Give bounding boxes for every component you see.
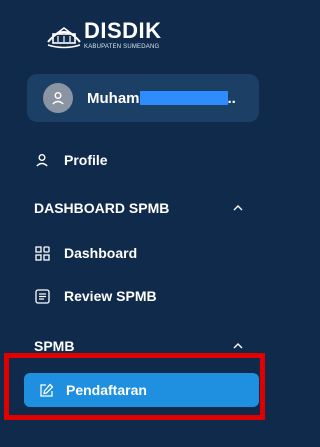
dashboard-grid-icon — [34, 245, 50, 261]
user-icon — [34, 152, 50, 168]
sidebar: DISDIK KABUPATEN SUMEDANG Muham.. Profil… — [0, 0, 274, 447]
logo[interactable]: DISDIK KABUPATEN SUMEDANG — [44, 20, 161, 50]
user-name-ellipsis: .. — [227, 89, 236, 107]
section-spmb[interactable]: SPMB — [34, 338, 244, 354]
user-name-text: Muham — [87, 89, 140, 107]
sidebar-item-review-spmb[interactable]: Review SPMB — [34, 288, 157, 304]
section-dashboard-spmb[interactable]: DASHBOARD SPMB — [34, 200, 244, 216]
brand-title: DISDIK — [84, 18, 162, 43]
highlight-annotation — [4, 353, 265, 420]
chevron-up-icon[interactable] — [232, 202, 244, 214]
brand: DISDIK KABUPATEN SUMEDANG — [84, 20, 204, 51]
sidebar-item-label: Dashboard — [64, 245, 138, 261]
sidebar-item-label: Review SPMB — [64, 288, 157, 304]
redaction-block — [139, 90, 228, 105]
chevron-up-icon[interactable] — [232, 340, 244, 352]
sidebar-item-dashboard[interactable]: Dashboard — [34, 245, 137, 261]
sidebar-item-profile[interactable]: Profile — [34, 152, 108, 168]
section-title: DASHBOARD SPMB — [34, 200, 170, 216]
avatar — [43, 83, 73, 113]
user-card[interactable]: Muham.. — [27, 74, 259, 122]
user-avatar-icon — [52, 92, 64, 105]
building-emblem-icon — [47, 27, 81, 49]
user-name: Muham.. — [87, 90, 236, 107]
sidebar-item-label: Profile — [64, 152, 108, 168]
brand-subtitle: KABUPATEN SUMEDANG — [84, 44, 160, 50]
document-list-icon — [34, 288, 50, 304]
section-title: SPMB — [34, 338, 75, 354]
